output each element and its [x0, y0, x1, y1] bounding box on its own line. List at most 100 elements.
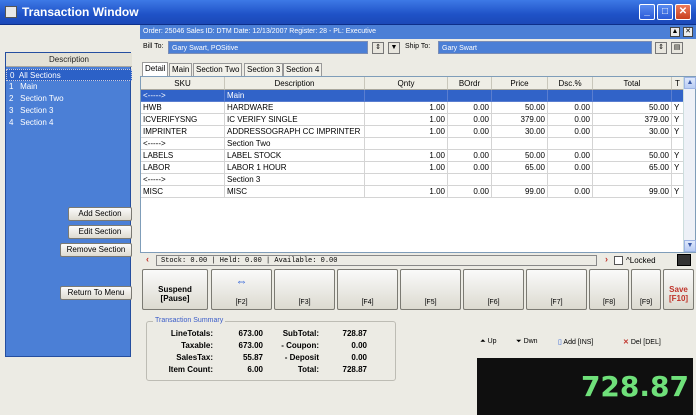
table-cell: 30.00: [492, 126, 548, 138]
f5-button[interactable]: [F5]: [400, 269, 461, 310]
column-header[interactable]: SKU: [141, 77, 225, 90]
tab-section-4[interactable]: Section 4: [283, 63, 323, 76]
window-title: Transaction Window: [22, 5, 139, 19]
table-cell: <----->: [141, 174, 225, 186]
order-info: Order: 25046 Sales ID: DTM Date: 12/13/2…: [143, 28, 377, 35]
tab-main[interactable]: Main: [169, 63, 193, 76]
next-arrow-icon[interactable]: ›: [605, 254, 608, 264]
close-small-icon[interactable]: ✕: [683, 27, 693, 37]
bill-to-label: Bill To:: [143, 43, 164, 50]
section-item-all[interactable]: 0 All Sections: [6, 69, 132, 81]
section-item-main[interactable]: 1 Main: [6, 81, 132, 93]
suspend-label: Suspend: [158, 285, 192, 294]
down-button[interactable]: ⏷ Dwn: [516, 338, 538, 346]
ship-to-field[interactable]: Gary Swart: [438, 41, 652, 54]
table-cell: 50.00: [492, 102, 548, 114]
f7-button[interactable]: [F7]: [526, 269, 587, 310]
calculator-icon[interactable]: [677, 254, 691, 266]
tab-detail[interactable]: Detail: [142, 62, 169, 76]
column-header[interactable]: Total: [593, 77, 672, 90]
deposit-value: 0.00: [351, 353, 367, 362]
section-num: 1: [9, 82, 14, 91]
table-row[interactable]: ICVERIFYSNG IC VERIFY SINGLE 1.00 0.00 379.0…: [141, 114, 684, 126]
scroll-up-icon[interactable]: ▲: [684, 77, 696, 89]
ship-to-label: Ship To:: [405, 43, 431, 50]
table-row[interactable]: LABELS LABEL STOCK 1.00 0.00 50.00 0.00 50.00 Y: [141, 150, 684, 162]
section-item-4[interactable]: 4 Section 4: [6, 117, 132, 129]
section-label: All Sections: [18, 71, 61, 80]
ship-to-spin-icon[interactable]: ⇕: [655, 42, 667, 54]
table-cell: [548, 138, 593, 150]
table-row[interactable]: <-----> Main: [141, 90, 684, 102]
tab-section-3[interactable]: Section 3: [244, 63, 284, 76]
section-num: 4: [9, 118, 14, 127]
table-cell: Section Two: [225, 138, 365, 150]
section-panel: Description 0 All Sections 1 Main 2 Sect…: [0, 25, 140, 415]
f4-button[interactable]: [F4]: [337, 269, 398, 310]
save-button[interactable]: Save [F10]: [663, 269, 694, 310]
item-count-label: Item Count:: [168, 365, 213, 374]
down-arrow-icon: ⏷: [516, 338, 522, 345]
section-list: Description 0 All Sections 1 Main 2 Sect…: [5, 52, 132, 357]
bill-to-spin-icon[interactable]: ⇕: [372, 42, 384, 54]
suspend-button[interactable]: Suspend [Pause]: [142, 269, 208, 310]
line-totals-value: 673.00: [238, 329, 263, 338]
collapse-up-icon[interactable]: ▲: [670, 27, 680, 37]
column-header[interactable]: BOrdr: [448, 77, 492, 90]
f8-button[interactable]: [F8]: [589, 269, 629, 310]
column-header[interactable]: Description: [225, 77, 365, 90]
f3-button[interactable]: [F3]: [274, 269, 335, 310]
add-section-button[interactable]: Add Section: [68, 207, 132, 221]
up-button[interactable]: ⏶ Up: [480, 338, 497, 346]
f6-label: [F6]: [487, 299, 500, 306]
return-to-menu-button[interactable]: Return To Menu: [60, 286, 132, 300]
minimize-button[interactable]: _: [639, 4, 655, 20]
section-item-3[interactable]: 3 Section 3: [6, 105, 132, 117]
coupon-label: - Coupon:: [281, 341, 319, 350]
f2-label: [F2]: [235, 299, 248, 306]
line-items-grid: SKU Description Qnty BOrdr Price Dsc.% Total T …: [140, 76, 696, 253]
section-num: 2: [9, 94, 14, 103]
add-line-button[interactable]: ▯ Add [INS]: [558, 338, 593, 346]
table-row[interactable]: <-----> Section 3: [141, 174, 684, 186]
table-cell: 1.00: [365, 102, 448, 114]
prev-arrow-icon[interactable]: ‹: [146, 254, 149, 264]
section-item-two[interactable]: 2 Section Two: [6, 93, 132, 105]
delete-line-button[interactable]: ✕ Del [DEL]: [623, 338, 661, 346]
section-tabs: Detail Main Section Two Section 3 Sectio…: [140, 62, 696, 76]
table-row[interactable]: MISC MISC 1.00 0.00 99.00 0.00 99.00 Y: [141, 186, 684, 198]
table-cell: Section 3: [225, 174, 365, 186]
table-cell: HWB: [141, 102, 225, 114]
table-row[interactable]: IMPRINTER ADDRESSOGRAPH CC IMPRINTER 1.00 0…: [141, 126, 684, 138]
f3-label: [F3]: [298, 299, 311, 306]
ship-to-list-icon[interactable]: ▤: [671, 42, 683, 54]
f9-button[interactable]: [F9]: [631, 269, 661, 310]
scroll-down-icon[interactable]: ▼: [684, 240, 696, 252]
f2-button[interactable]: ⇔ [F2]: [211, 269, 272, 310]
column-header[interactable]: Qnty: [365, 77, 448, 90]
table-row[interactable]: HWB HARDWARE 1.00 0.00 50.00 0.00 50.00 Y: [141, 102, 684, 114]
table-cell: IC VERIFY SINGLE: [225, 114, 365, 126]
swap-arrows-icon: ⇔: [235, 274, 248, 288]
column-header[interactable]: Dsc.%: [548, 77, 593, 90]
edit-section-button[interactable]: Edit Section: [68, 225, 132, 239]
bill-to-field[interactable]: Gary Swart, POSitive: [168, 41, 368, 54]
table-cell: [365, 90, 448, 102]
f6-button[interactable]: [F6]: [463, 269, 524, 310]
locked-checkbox[interactable]: [614, 256, 623, 265]
title-bar: Transaction Window _ □ ✕: [0, 0, 696, 25]
down-label: Dwn: [523, 338, 538, 345]
grid-scrollbar[interactable]: ▲ ▼: [683, 77, 696, 252]
column-header[interactable]: Price: [492, 77, 548, 90]
bill-to-dropdown-icon[interactable]: ▼: [388, 42, 400, 54]
remove-section-button[interactable]: Remove Section: [60, 243, 132, 257]
table-cell: ADDRESSOGRAPH CC IMPRINTER: [225, 126, 365, 138]
table-row[interactable]: <-----> Section Two: [141, 138, 684, 150]
table-cell: 0.00: [548, 186, 593, 198]
close-button[interactable]: ✕: [675, 4, 691, 20]
table-cell: [593, 90, 672, 102]
del-label: Del [DEL]: [630, 339, 661, 346]
maximize-button[interactable]: □: [657, 4, 673, 20]
tab-section-two[interactable]: Section Two: [193, 63, 243, 76]
table-row[interactable]: LABOR LABOR 1 HOUR 1.00 0.00 65.00 0.00 65.00 Y: [141, 162, 684, 174]
